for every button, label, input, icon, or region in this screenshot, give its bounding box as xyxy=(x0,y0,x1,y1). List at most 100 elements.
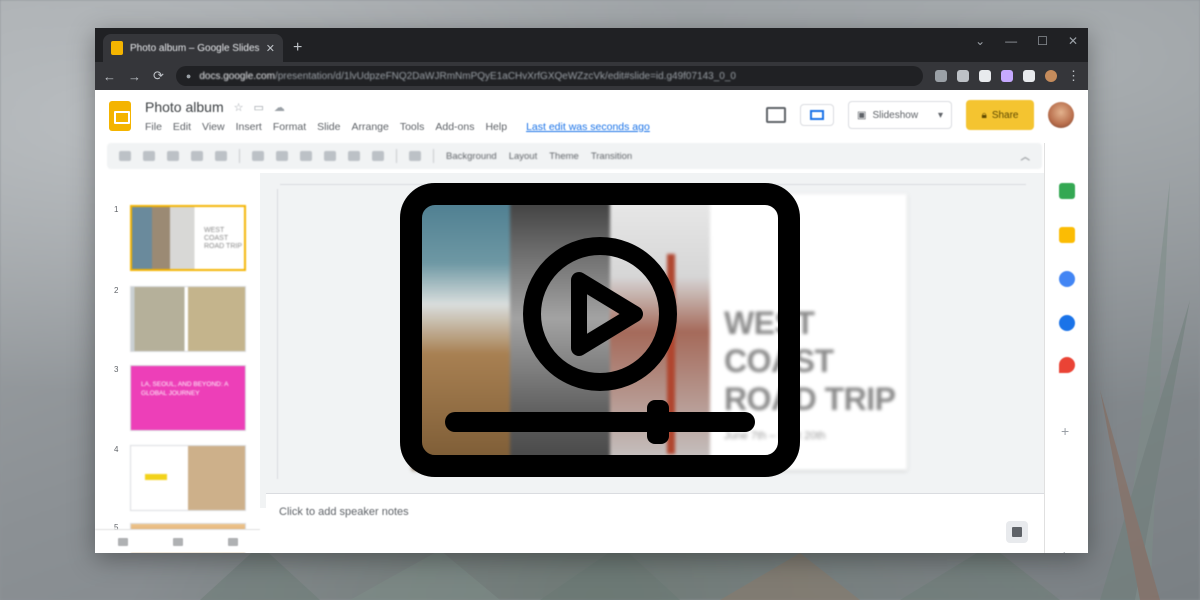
video-player-icon xyxy=(400,183,800,477)
thumbnail-yellow-label xyxy=(145,474,167,480)
new-tab-button[interactable]: + xyxy=(293,39,302,57)
menu-bar: File Edit View Insert Format Slide Arran… xyxy=(145,121,650,133)
install-icon[interactable] xyxy=(935,70,947,82)
menu-view[interactable]: View xyxy=(202,121,225,133)
tasks-icon[interactable] xyxy=(1059,271,1075,287)
shape-icon[interactable] xyxy=(348,151,360,161)
slideshow-label: Slideshow xyxy=(872,109,919,121)
speaker-notes[interactable]: Click to add speaker notes xyxy=(266,493,1044,553)
filmstrip-view-icon[interactable] xyxy=(117,537,128,546)
slide-number: 3 xyxy=(114,365,119,374)
print-icon[interactable] xyxy=(191,151,203,161)
slide-filmstrip: 1 WEST COAST ROAD TRIP 2 3 LA, SEOUL, AN… xyxy=(95,173,260,553)
tab-title: Photo album – Google Slides xyxy=(130,42,259,54)
layout-button[interactable]: Layout xyxy=(509,151,538,162)
extension-icon[interactable] xyxy=(979,70,991,82)
transition-button[interactable]: Transition xyxy=(591,151,632,162)
extension-puzzle-icon[interactable] xyxy=(1023,70,1035,82)
collapse-toolbar-icon[interactable]: ︿ xyxy=(1020,149,1030,163)
comment-add-icon[interactable] xyxy=(409,151,421,161)
present-screen-icon xyxy=(810,110,824,120)
text-box-icon[interactable] xyxy=(300,151,312,161)
account-avatar[interactable] xyxy=(1048,102,1074,128)
close-tab-icon[interactable]: ✕ xyxy=(266,42,275,55)
select-cursor-icon[interactable] xyxy=(276,151,288,161)
agave-plant-bottom-decoration xyxy=(200,545,1060,600)
extension-purple-icon[interactable] xyxy=(1001,70,1013,82)
new-slide-icon[interactable] xyxy=(119,151,131,161)
background-button[interactable]: Background xyxy=(446,151,497,162)
chevron-down-icon[interactable]: ▾ xyxy=(938,110,943,121)
add-addon-icon[interactable]: + xyxy=(1061,423,1069,439)
explore-button[interactable] xyxy=(1006,521,1028,543)
slideshow-button[interactable]: ▣ Slideshow ▾ xyxy=(848,101,952,129)
slide-thumbnail-1[interactable]: WEST COAST ROAD TRIP xyxy=(130,205,246,271)
explore-icon xyxy=(1012,527,1022,537)
lock-icon: 🔒︎ xyxy=(981,109,987,121)
slides-favicon-icon xyxy=(111,41,123,55)
undo-icon[interactable] xyxy=(143,151,155,161)
vertical-ruler xyxy=(268,189,278,479)
document-title[interactable]: Photo album xyxy=(145,99,224,115)
menu-tools[interactable]: Tools xyxy=(400,121,425,133)
menu-edit[interactable]: Edit xyxy=(173,121,191,133)
forward-arrow-icon[interactable]: → xyxy=(128,69,141,84)
cloud-saved-icon: ☁ xyxy=(273,101,285,114)
last-edit-link[interactable]: Last edit was seconds ago xyxy=(526,121,650,133)
toolbar-divider xyxy=(239,149,240,163)
slide-thumbnail-4[interactable] xyxy=(130,445,246,511)
chevron-right-icon[interactable]: › xyxy=(1063,547,1067,553)
minimize-button[interactable]: — xyxy=(1005,34,1017,48)
meet-present-button[interactable] xyxy=(800,104,834,126)
app-actions: ▣ Slideshow ▾ 🔒︎ Share xyxy=(766,100,1074,130)
bookmark-star-icon[interactable] xyxy=(957,70,969,82)
paint-format-icon[interactable] xyxy=(215,151,227,161)
slides-app-bar: Photo album ☆ ▭ ☁ File Edit View Insert … xyxy=(95,90,1088,142)
menu-format[interactable]: Format xyxy=(273,121,306,133)
url-input[interactable]: ● docs.google.com/presentation/d/1lvUdpz… xyxy=(175,66,923,86)
menu-file[interactable]: File xyxy=(145,121,162,133)
share-label: Share xyxy=(991,109,1019,121)
editing-toolbar: Background Layout Theme Transition ︿ xyxy=(107,143,1042,169)
google-slides-logo-icon[interactable] xyxy=(109,101,131,131)
side-panel: + › xyxy=(1044,143,1088,553)
slide-number: 1 xyxy=(114,205,119,214)
collapse-panel-icon[interactable] xyxy=(227,537,238,546)
grid-view-icon[interactable] xyxy=(172,537,183,546)
menu-slide[interactable]: Slide xyxy=(317,121,340,133)
image-icon[interactable] xyxy=(324,151,336,161)
url-domain: docs.google.com xyxy=(199,70,275,82)
maps-icon[interactable] xyxy=(1059,357,1075,373)
line-icon[interactable] xyxy=(372,151,384,161)
address-bar-row: ← → ⟳ ● docs.google.com/presentation/d/1… xyxy=(95,62,1088,90)
back-arrow-icon[interactable]: ← xyxy=(103,69,116,84)
menu-insert[interactable]: Insert xyxy=(236,121,262,133)
reload-icon[interactable]: ⟳ xyxy=(153,68,164,84)
redo-icon[interactable] xyxy=(167,151,179,161)
tab-search-icon[interactable]: ⌄ xyxy=(975,34,985,48)
thumbnail-title: LA, SEOUL, AND BEYOND: A GLOBAL JOURNEY xyxy=(141,381,229,397)
comments-icon[interactable] xyxy=(766,107,786,123)
profile-avatar-icon[interactable] xyxy=(1045,70,1057,82)
star-icon[interactable]: ☆ xyxy=(234,101,244,114)
zoom-icon[interactable] xyxy=(252,151,264,161)
menu-arrange[interactable]: Arrange xyxy=(351,121,388,133)
menu-addons[interactable]: Add-ons xyxy=(435,121,474,133)
close-window-button[interactable]: ✕ xyxy=(1068,34,1078,48)
contacts-icon[interactable] xyxy=(1059,315,1075,331)
slide-thumbnail-3[interactable]: LA, SEOUL, AND BEYOND: A GLOBAL JOURNEY xyxy=(130,365,246,431)
menu-help[interactable]: Help xyxy=(485,121,507,133)
slide-thumbnail-2[interactable] xyxy=(130,286,246,352)
calendar-icon[interactable] xyxy=(1059,183,1075,199)
kebab-menu-icon[interactable]: ⋮ xyxy=(1067,68,1080,84)
slideshow-icon: ▣ xyxy=(857,109,867,121)
maximize-button[interactable]: ☐ xyxy=(1037,34,1048,48)
document-header: Photo album ☆ ▭ ☁ File Edit View Insert … xyxy=(145,99,650,133)
window-controls: ⌄ — ☐ ✕ xyxy=(975,34,1078,48)
lock-icon: ● xyxy=(185,71,192,81)
move-folder-icon[interactable]: ▭ xyxy=(253,101,263,114)
share-button[interactable]: 🔒︎ Share xyxy=(966,100,1034,130)
theme-button[interactable]: Theme xyxy=(549,151,579,162)
keep-icon[interactable] xyxy=(1059,227,1075,243)
browser-tab[interactable]: Photo album – Google Slides ✕ xyxy=(103,34,283,62)
